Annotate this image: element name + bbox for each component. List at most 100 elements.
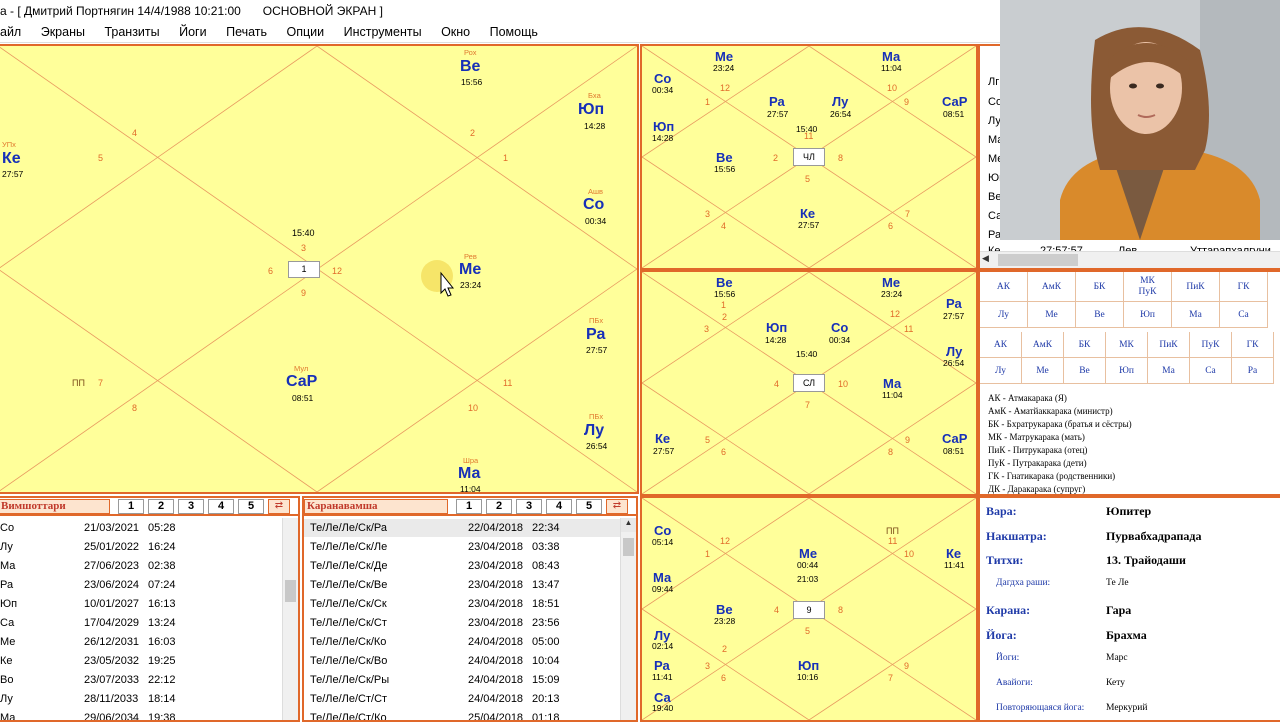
tr-planet-me[interactable]: Ме bbox=[715, 49, 733, 64]
dasha-right-tab-5[interactable]: 5 bbox=[576, 499, 602, 514]
dasha-right-row[interactable]: Те/Ле/Ле/Ск/Ве bbox=[310, 579, 387, 591]
main-planet-me[interactable]: Ме bbox=[459, 261, 481, 279]
br-planet-me[interactable]: Ме bbox=[799, 546, 817, 561]
mr-planet-me[interactable]: Ме bbox=[882, 275, 900, 290]
dasha-right-tab-4[interactable]: 4 bbox=[546, 499, 572, 514]
menu-yogas[interactable]: Йоги bbox=[179, 22, 206, 39]
dasha-right-row[interactable]: Те/Ле/Ле/Ск/Ст bbox=[310, 617, 387, 629]
menu-tools[interactable]: Инструменты bbox=[344, 22, 422, 39]
dasha-right-row[interactable]: Те/Ле/Ле/Ск/Ко bbox=[310, 636, 386, 648]
mr-planet-ke[interactable]: Ке bbox=[655, 431, 670, 446]
br-extra-pp: ПП bbox=[886, 526, 899, 536]
main-rasi-chart[interactable]: Ве Рох 15:56 Юп Бхa 14:28 Ке УПх 27:57 С… bbox=[0, 44, 639, 494]
main-planet-so[interactable]: Со bbox=[583, 196, 604, 214]
dasha-left-row[interactable]: Лу bbox=[0, 541, 13, 553]
tr-planet-ve[interactable]: Ве bbox=[716, 150, 733, 165]
dasha-left-row[interactable]: Лу bbox=[0, 693, 13, 705]
dasha-right-row[interactable]: Те/Ле/Ле/Ск/Де bbox=[310, 560, 387, 572]
main-planet-sar[interactable]: СаР bbox=[286, 373, 317, 391]
tr-planet-so[interactable]: Со bbox=[654, 71, 671, 86]
menu-screens[interactable]: Экраны bbox=[41, 22, 85, 39]
mr-planet-yup[interactable]: Юп bbox=[766, 320, 787, 335]
dasha-right-tab-3[interactable]: 3 bbox=[516, 499, 542, 514]
planet-row-name[interactable]: Лу bbox=[988, 115, 1001, 127]
tr-planet-lu[interactable]: Лу bbox=[832, 94, 848, 109]
menu-print[interactable]: Печать bbox=[226, 22, 267, 39]
planet-table-hscrollbar[interactable]: ◀ bbox=[980, 251, 1280, 268]
tr-planet-ma[interactable]: Ма bbox=[882, 49, 900, 64]
scroll-left-arrow-icon[interactable]: ◀ bbox=[982, 253, 989, 264]
dasha-left-tab-5[interactable]: 5 bbox=[238, 499, 264, 514]
br-center-box[interactable]: 9 bbox=[793, 601, 825, 619]
dasha-left-row[interactable]: Ра bbox=[0, 579, 13, 591]
dasha-left-row[interactable]: Во bbox=[0, 674, 13, 686]
tr-planet-yup[interactable]: Юп bbox=[653, 119, 674, 134]
chart-top-right[interactable]: Ме 23:24 Ма 11:04 Со 00:34 Юп 14:28 Ра 2… bbox=[640, 44, 978, 270]
planet-table-hscroll-thumb[interactable] bbox=[998, 254, 1078, 266]
tr-planet-sar[interactable]: СаР bbox=[942, 94, 967, 109]
dasha-right-tab-2[interactable]: 2 bbox=[486, 499, 512, 514]
dasha-left-tab-3[interactable]: 3 bbox=[178, 499, 204, 514]
main-nak-yup: Бхa bbox=[588, 91, 601, 100]
dasha-left-scrollbar[interactable] bbox=[282, 518, 298, 720]
dasha-left-nav-arrows-icon[interactable]: ⇄ bbox=[268, 499, 290, 514]
dasha-left-tab-1[interactable]: 1 bbox=[118, 499, 144, 514]
dasha-left-scroll-thumb[interactable] bbox=[285, 580, 296, 602]
dasha-left-row[interactable]: Со bbox=[0, 522, 14, 534]
dasha-right-row[interactable]: Те/Ле/Ле/Ск/Ра bbox=[310, 522, 387, 534]
dasha-right-scrollbar[interactable]: ▲ bbox=[620, 518, 636, 720]
main-planet-lu[interactable]: Лу bbox=[584, 422, 604, 440]
tr-deg-yup: 14:28 bbox=[652, 133, 674, 143]
main-planet-ke[interactable]: Ке bbox=[2, 150, 21, 168]
dasha-left-row[interactable]: Ме bbox=[0, 636, 15, 648]
menu-options[interactable]: Опции bbox=[287, 22, 325, 39]
menu-help[interactable]: Помощь bbox=[490, 22, 538, 39]
br-planet-ve[interactable]: Ве bbox=[716, 602, 733, 617]
mr-planet-ma[interactable]: Ма bbox=[883, 376, 901, 391]
tr-center-box[interactable]: ЧЛ bbox=[793, 148, 825, 166]
br-planet-ma[interactable]: Ма bbox=[653, 570, 671, 585]
chart-middle-right[interactable]: Ве 15:56 Ме 23:24 Ра 27:57 Юп 14:28 Со 0… bbox=[640, 270, 978, 496]
dasha-left-row[interactable]: Ма bbox=[0, 560, 15, 572]
br-planet-yup[interactable]: Юп bbox=[798, 658, 819, 673]
dasha-left-tab-2[interactable]: 2 bbox=[148, 499, 174, 514]
dasha-left-tab-4[interactable]: 4 bbox=[208, 499, 234, 514]
main-planet-ra[interactable]: Ра bbox=[586, 326, 605, 344]
dasha-right-row[interactable]: Те/Ле/Ле/Ст/Ко bbox=[310, 712, 387, 720]
planet-row-name[interactable]: Лг bbox=[988, 76, 999, 88]
mr-planet-so[interactable]: Со bbox=[831, 320, 848, 335]
br-planet-ke[interactable]: Ке bbox=[946, 546, 961, 561]
dasha-left-row[interactable]: Ке bbox=[0, 655, 13, 667]
dasha-left-row[interactable]: Са bbox=[0, 617, 14, 629]
dasha-left-row[interactable]: Юп bbox=[0, 598, 17, 610]
dasha-right-row[interactable]: Те/Ле/Ле/Ст/Ст bbox=[310, 693, 387, 705]
main-planet-ma[interactable]: Ма bbox=[458, 465, 480, 483]
mr-planet-ra[interactable]: Ра bbox=[946, 296, 962, 311]
br-planet-so[interactable]: Со bbox=[654, 523, 671, 538]
dasha-right-scroll-thumb[interactable] bbox=[623, 538, 634, 556]
tr-planet-ra[interactable]: Ра bbox=[769, 94, 785, 109]
dasha-right-row[interactable]: Те/Ле/Ле/Ск/Ле bbox=[310, 541, 387, 553]
menu-file[interactable]: айл bbox=[0, 22, 21, 39]
br-deg-ve: 23:28 bbox=[714, 616, 736, 626]
mr-planet-ve[interactable]: Ве bbox=[716, 275, 733, 290]
br-planet-ra[interactable]: Ра bbox=[654, 658, 670, 673]
tr-planet-ke[interactable]: Ке bbox=[800, 206, 815, 221]
dasha-right-row[interactable]: Те/Ле/Ле/Ск/Ры bbox=[310, 674, 389, 686]
dasha-left-row[interactable]: Ма bbox=[0, 712, 15, 720]
dasha-right-tab-1[interactable]: 1 bbox=[456, 499, 482, 514]
mr-center-box[interactable]: СЛ bbox=[793, 374, 825, 392]
dasha-right-row[interactable]: Те/Ле/Ле/Ск/Ск bbox=[310, 598, 387, 610]
main-center-box[interactable]: 1 bbox=[288, 261, 320, 278]
mr-planet-lu[interactable]: Лу bbox=[946, 344, 962, 359]
dasha-right-row[interactable]: Те/Ле/Ле/Ск/Во bbox=[310, 655, 387, 667]
mr-planet-sar[interactable]: СаР bbox=[942, 431, 967, 446]
scroll-up-arrow-icon[interactable]: ▲ bbox=[621, 518, 636, 532]
dasha-right-nav-arrows-icon[interactable]: ⇄ bbox=[606, 499, 628, 514]
tr-deg-me: 23:24 bbox=[713, 63, 735, 73]
menu-transits[interactable]: Транзиты bbox=[104, 22, 159, 39]
main-planet-ve[interactable]: Ве bbox=[460, 58, 480, 76]
main-planet-yup[interactable]: Юп bbox=[578, 101, 604, 119]
menu-window[interactable]: Окно bbox=[441, 22, 470, 39]
chart-bottom-right[interactable]: Со 05:14 Ма 09:44 Ме 00:44 Ке 11:41 Ве 2… bbox=[640, 496, 978, 722]
